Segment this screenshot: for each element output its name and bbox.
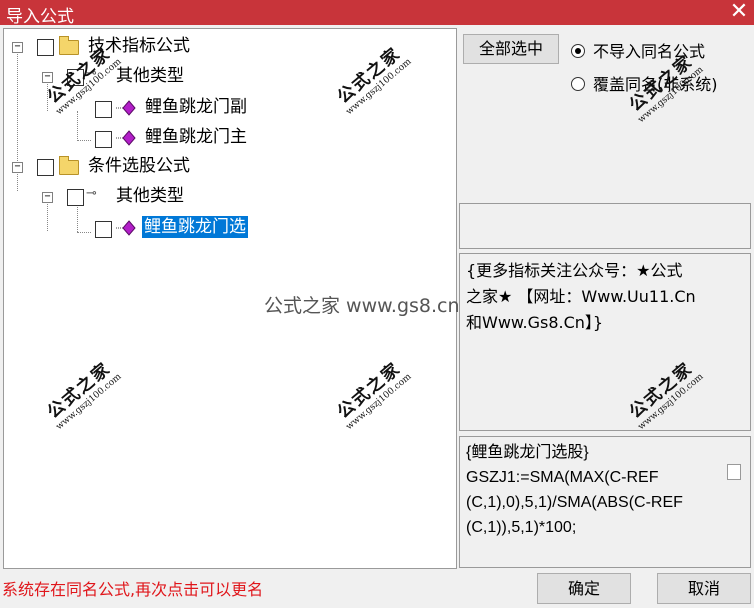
tree-node-label: 鲤鱼跳龙门主	[145, 127, 247, 147]
collapse-icon[interactable]: −	[42, 72, 53, 83]
radio-no-import[interactable]: 不导入同名公式	[571, 38, 705, 62]
tree-checkbox[interactable]	[95, 101, 112, 118]
tree-checkbox[interactable]	[37, 159, 54, 176]
tree-node-stock-selection[interactable]: − 条件选股公式	[4, 154, 454, 180]
tree-checkbox[interactable]	[95, 221, 112, 238]
close-icon[interactable]: ✕	[728, 0, 750, 24]
status-message: 系统存在同名公式,再次点击可以更名	[2, 580, 264, 599]
code-panel[interactable]: {鲤鱼跳龙门选股} GSZJ1:=SMA(MAX(C-REF (C,1),0),…	[459, 436, 751, 568]
tree-node-label: 条件选股公式	[88, 156, 190, 176]
scroll-indicator[interactable]	[727, 464, 741, 480]
key-icon: ⊸	[86, 66, 97, 81]
gem-icon	[116, 220, 136, 236]
tree-node-label: 其他类型	[116, 66, 184, 86]
ok-button[interactable]: 确定	[537, 573, 631, 604]
code-text: {鲤鱼跳龙门选股} GSZJ1:=SMA(MAX(C-REF (C,1),0),…	[466, 444, 683, 536]
radio-label: 覆盖同名(非系统)	[593, 75, 718, 94]
description-panel: {更多指标关注公众号：★公式 之家★ 【网址：Www.Uu11.Cn 和Www.…	[459, 253, 751, 431]
center-watermark: 公式之家 www.gs8.cn	[264, 295, 460, 317]
tree-checkbox[interactable]	[67, 189, 84, 206]
tree-node-label: 鲤鱼跳龙门选	[142, 216, 248, 238]
tree-checkbox[interactable]	[95, 131, 112, 148]
collapse-icon[interactable]: −	[42, 192, 53, 203]
key-icon: ⊸	[86, 186, 97, 201]
gem-icon	[116, 130, 136, 146]
tree-node-other-type-2[interactable]: − ⊸ 其他类型	[4, 184, 454, 210]
tree-node-other-type-1[interactable]: − ⊸ 其他类型	[4, 64, 454, 90]
select-all-button[interactable]: 全部选中	[463, 34, 559, 64]
collapse-icon[interactable]: −	[12, 162, 23, 173]
tree-node-formula-select[interactable]: 鲤鱼跳龙门选	[4, 214, 454, 240]
folder-icon	[59, 156, 79, 175]
tree-node-label: 鲤鱼跳龙门副	[145, 97, 247, 117]
tree-node-label: 其他类型	[116, 186, 184, 206]
radio-overwrite[interactable]: 覆盖同名(非系统)	[571, 71, 718, 95]
title-bar: 导入公式 ✕	[0, 0, 754, 27]
tree-checkbox[interactable]	[37, 39, 54, 56]
radio-label: 不导入同名公式	[593, 42, 706, 61]
gem-icon	[116, 100, 136, 116]
radio-icon[interactable]	[571, 77, 585, 91]
tree-node-formula-sub[interactable]: 鲤鱼跳龙门副	[4, 94, 454, 120]
cancel-button[interactable]: 取消	[657, 573, 751, 604]
collapse-icon[interactable]: −	[12, 42, 23, 53]
folder-icon	[59, 36, 79, 55]
radio-icon[interactable]	[571, 44, 585, 58]
window-title: 导入公式	[6, 7, 74, 27]
description-text: {更多指标关注公众号：★公式 之家★ 【网址：Www.Uu11.Cn 和Www.…	[466, 261, 696, 332]
info-box	[459, 203, 751, 249]
tree-node-label: 技术指标公式	[88, 36, 190, 56]
tree-node-formula-main[interactable]: 鲤鱼跳龙门主	[4, 124, 454, 150]
tree-node-tech-indicator[interactable]: − 技术指标公式	[4, 34, 454, 60]
tree-checkbox[interactable]	[67, 69, 84, 86]
